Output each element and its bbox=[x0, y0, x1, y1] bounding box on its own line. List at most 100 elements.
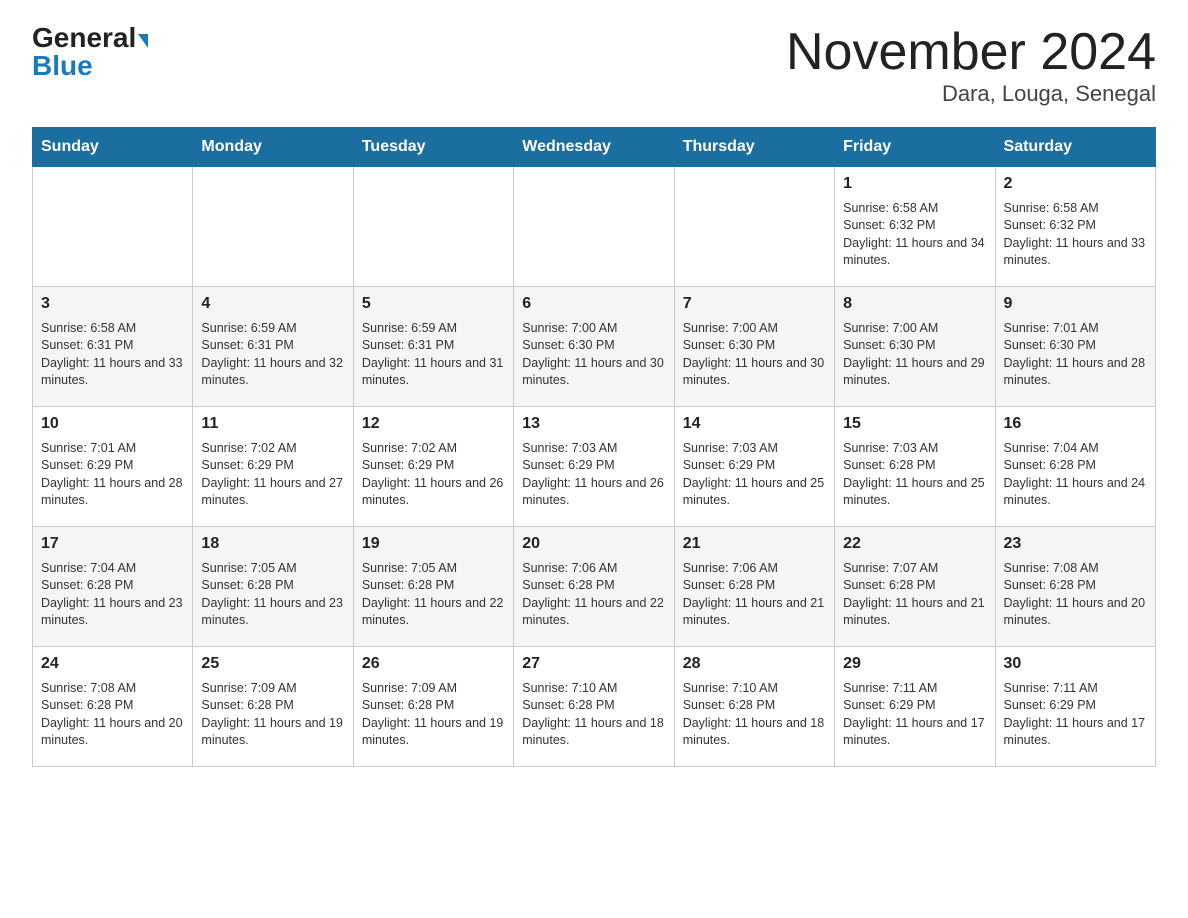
sun-info: Sunrise: 7:08 AMSunset: 6:28 PMDaylight:… bbox=[41, 680, 184, 750]
calendar-day-cell: 26 Sunrise: 7:09 AMSunset: 6:28 PMDayligh… bbox=[353, 647, 513, 767]
calendar-day-cell: 16Sunrise: 7:04 AMSunset: 6:28 PMDayligh… bbox=[995, 407, 1155, 527]
col-wednesday: Wednesday bbox=[514, 128, 674, 167]
sun-info: Sunrise: 6:59 AMSunset: 6:31 PMDaylight:… bbox=[201, 320, 344, 390]
sun-info: Sunrise: 7:07 AMSunset: 6:28 PMDaylight:… bbox=[843, 560, 986, 630]
calendar-day-cell: 24 Sunrise: 7:08 AMSunset: 6:28 PMDayligh… bbox=[33, 647, 193, 767]
sun-info: Sunrise: 7:04 AMSunset: 6:28 PMDaylight:… bbox=[41, 560, 184, 630]
calendar-day-cell: 3Sunrise: 6:58 AMSunset: 6:31 PMDaylight… bbox=[33, 287, 193, 407]
col-saturday: Saturday bbox=[995, 128, 1155, 167]
day-number: 11 bbox=[201, 413, 344, 435]
col-sunday: Sunday bbox=[33, 128, 193, 167]
calendar-day-cell: 7 Sunrise: 7:00 AMSunset: 6:30 PMDaylight… bbox=[674, 287, 834, 407]
calendar-day-cell: 13 Sunrise: 7:03 AMSunset: 6:29 PMDayligh… bbox=[514, 407, 674, 527]
calendar-day-cell: 28Sunrise: 7:10 AMSunset: 6:28 PMDayligh… bbox=[674, 647, 834, 767]
day-number: 24 bbox=[41, 653, 184, 675]
sun-info: Sunrise: 7:01 AMSunset: 6:30 PMDaylight:… bbox=[1004, 320, 1147, 390]
day-number: 15 bbox=[843, 413, 986, 435]
calendar-day-cell: 11Sunrise: 7:02 AMSunset: 6:29 PMDayligh… bbox=[193, 407, 353, 527]
calendar-table: Sunday Monday Tuesday Wednesday Thursday… bbox=[32, 127, 1156, 767]
day-number: 4 bbox=[201, 293, 344, 315]
col-monday: Monday bbox=[193, 128, 353, 167]
day-number: 20 bbox=[522, 533, 665, 555]
day-number: 1 bbox=[843, 173, 986, 195]
calendar-day-cell: 9 Sunrise: 7:01 AMSunset: 6:30 PMDaylight… bbox=[995, 287, 1155, 407]
title-block: November 2024 Dara, Louga, Senegal bbox=[786, 24, 1156, 107]
page-header: General Blue November 2024 Dara, Louga, … bbox=[32, 24, 1156, 107]
calendar-day-cell: 20 Sunrise: 7:06 AMSunset: 6:28 PMDayligh… bbox=[514, 527, 674, 647]
sun-info: Sunrise: 6:59 AMSunset: 6:31 PMDaylight:… bbox=[362, 320, 505, 390]
logo-triangle-icon bbox=[138, 34, 148, 48]
calendar-day-cell: 10 Sunrise: 7:01 AMSunset: 6:29 PMDayligh… bbox=[33, 407, 193, 527]
logo-general-text: General bbox=[32, 22, 136, 53]
calendar-day-cell: 17Sunrise: 7:04 AMSunset: 6:28 PMDayligh… bbox=[33, 527, 193, 647]
day-number: 7 bbox=[683, 293, 826, 315]
sun-info: Sunrise: 7:00 AMSunset: 6:30 PMDaylight:… bbox=[683, 320, 826, 390]
sun-info: Sunrise: 7:05 AMSunset: 6:28 PMDaylight:… bbox=[362, 560, 505, 630]
calendar-subtitle: Dara, Louga, Senegal bbox=[786, 81, 1156, 107]
calendar-day-cell: 6 Sunrise: 7:00 AMSunset: 6:30 PMDaylight… bbox=[514, 287, 674, 407]
calendar-day-cell: 15 Sunrise: 7:03 AMSunset: 6:28 PMDayligh… bbox=[835, 407, 995, 527]
day-number: 5 bbox=[362, 293, 505, 315]
sun-info: Sunrise: 6:58 AMSunset: 6:32 PMDaylight:… bbox=[843, 200, 986, 270]
calendar-day-cell: 4 Sunrise: 6:59 AMSunset: 6:31 PMDaylight… bbox=[193, 287, 353, 407]
logo: General Blue bbox=[32, 24, 148, 80]
sun-info: Sunrise: 7:03 AMSunset: 6:28 PMDaylight:… bbox=[843, 440, 986, 510]
day-number: 6 bbox=[522, 293, 665, 315]
calendar-day-cell: 22Sunrise: 7:07 AMSunset: 6:28 PMDayligh… bbox=[835, 527, 995, 647]
sun-info: Sunrise: 7:03 AMSunset: 6:29 PMDaylight:… bbox=[522, 440, 665, 510]
calendar-header-row: Sunday Monday Tuesday Wednesday Thursday… bbox=[33, 128, 1156, 167]
day-number: 8 bbox=[843, 293, 986, 315]
day-number: 12 bbox=[362, 413, 505, 435]
sun-info: Sunrise: 7:00 AMSunset: 6:30 PMDaylight:… bbox=[522, 320, 665, 390]
sun-info: Sunrise: 7:08 AMSunset: 6:28 PMDaylight:… bbox=[1004, 560, 1147, 630]
calendar-day-cell: 1 Sunrise: 6:58 AMSunset: 6:32 PMDaylight… bbox=[835, 167, 995, 287]
calendar-day-cell: 8Sunrise: 7:00 AMSunset: 6:30 PMDaylight… bbox=[835, 287, 995, 407]
day-number: 23 bbox=[1004, 533, 1147, 555]
sun-info: Sunrise: 6:58 AMSunset: 6:31 PMDaylight:… bbox=[41, 320, 184, 390]
sun-info: Sunrise: 7:10 AMSunset: 6:28 PMDaylight:… bbox=[683, 680, 826, 750]
day-number: 26 bbox=[362, 653, 505, 675]
day-number: 30 bbox=[1004, 653, 1147, 675]
calendar-day-cell bbox=[353, 167, 513, 287]
calendar-day-cell: 27 Sunrise: 7:10 AMSunset: 6:28 PMDayligh… bbox=[514, 647, 674, 767]
sun-info: Sunrise: 7:06 AMSunset: 6:28 PMDaylight:… bbox=[683, 560, 826, 630]
sun-info: Sunrise: 7:09 AMSunset: 6:28 PMDaylight:… bbox=[201, 680, 344, 750]
calendar-day-cell: 29 Sunrise: 7:11 AMSunset: 6:29 PMDayligh… bbox=[835, 647, 995, 767]
sun-info: Sunrise: 7:04 AMSunset: 6:28 PMDaylight:… bbox=[1004, 440, 1147, 510]
calendar-week-row: 17Sunrise: 7:04 AMSunset: 6:28 PMDayligh… bbox=[33, 527, 1156, 647]
calendar-day-cell: 23 Sunrise: 7:08 AMSunset: 6:28 PMDayligh… bbox=[995, 527, 1155, 647]
col-tuesday: Tuesday bbox=[353, 128, 513, 167]
calendar-day-cell bbox=[33, 167, 193, 287]
calendar-title: November 2024 bbox=[786, 24, 1156, 81]
sun-info: Sunrise: 7:06 AMSunset: 6:28 PMDaylight:… bbox=[522, 560, 665, 630]
day-number: 13 bbox=[522, 413, 665, 435]
day-number: 2 bbox=[1004, 173, 1147, 195]
calendar-day-cell: 18 Sunrise: 7:05 AMSunset: 6:28 PMDayligh… bbox=[193, 527, 353, 647]
calendar-day-cell: 12 Sunrise: 7:02 AMSunset: 6:29 PMDayligh… bbox=[353, 407, 513, 527]
sun-info: Sunrise: 7:05 AMSunset: 6:28 PMDaylight:… bbox=[201, 560, 344, 630]
sun-info: Sunrise: 6:58 AMSunset: 6:32 PMDaylight:… bbox=[1004, 200, 1147, 270]
sun-info: Sunrise: 7:01 AMSunset: 6:29 PMDaylight:… bbox=[41, 440, 184, 510]
sun-info: Sunrise: 7:09 AMSunset: 6:28 PMDaylight:… bbox=[362, 680, 505, 750]
day-number: 25 bbox=[201, 653, 344, 675]
day-number: 18 bbox=[201, 533, 344, 555]
calendar-day-cell: 30Sunrise: 7:11 AMSunset: 6:29 PMDayligh… bbox=[995, 647, 1155, 767]
sun-info: Sunrise: 7:10 AMSunset: 6:28 PMDaylight:… bbox=[522, 680, 665, 750]
calendar-week-row: 10 Sunrise: 7:01 AMSunset: 6:29 PMDayligh… bbox=[33, 407, 1156, 527]
calendar-week-row: 3Sunrise: 6:58 AMSunset: 6:31 PMDaylight… bbox=[33, 287, 1156, 407]
sun-info: Sunrise: 7:11 AMSunset: 6:29 PMDaylight:… bbox=[843, 680, 986, 750]
sun-info: Sunrise: 7:02 AMSunset: 6:29 PMDaylight:… bbox=[362, 440, 505, 510]
calendar-day-cell: 21 Sunrise: 7:06 AMSunset: 6:28 PMDayligh… bbox=[674, 527, 834, 647]
calendar-day-cell bbox=[514, 167, 674, 287]
calendar-day-cell: 19Sunrise: 7:05 AMSunset: 6:28 PMDayligh… bbox=[353, 527, 513, 647]
day-number: 9 bbox=[1004, 293, 1147, 315]
day-number: 10 bbox=[41, 413, 184, 435]
col-friday: Friday bbox=[835, 128, 995, 167]
calendar-day-cell: 2 Sunrise: 6:58 AMSunset: 6:32 PMDaylight… bbox=[995, 167, 1155, 287]
calendar-day-cell bbox=[674, 167, 834, 287]
logo-blue-text: Blue bbox=[32, 52, 93, 80]
day-number: 21 bbox=[683, 533, 826, 555]
calendar-week-row: 1 Sunrise: 6:58 AMSunset: 6:32 PMDaylight… bbox=[33, 167, 1156, 287]
day-number: 29 bbox=[843, 653, 986, 675]
day-number: 27 bbox=[522, 653, 665, 675]
